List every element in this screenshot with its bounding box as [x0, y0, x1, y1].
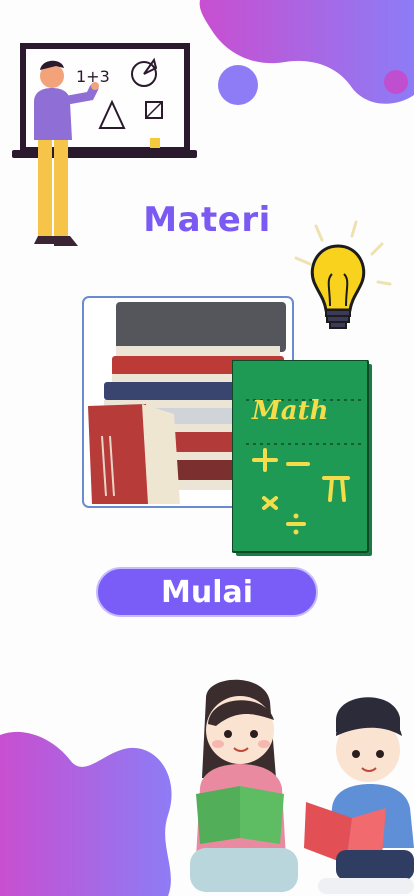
children-reading-illustration: [190, 679, 414, 894]
math-book-title: Math: [252, 396, 329, 426]
math-book-illustration: Math: [232, 360, 374, 558]
bottom-left-blob: [0, 731, 172, 896]
lightbulb-icon: [294, 220, 392, 329]
start-button[interactable]: Mulai: [96, 567, 318, 617]
top-right-blob: [199, 0, 414, 105]
